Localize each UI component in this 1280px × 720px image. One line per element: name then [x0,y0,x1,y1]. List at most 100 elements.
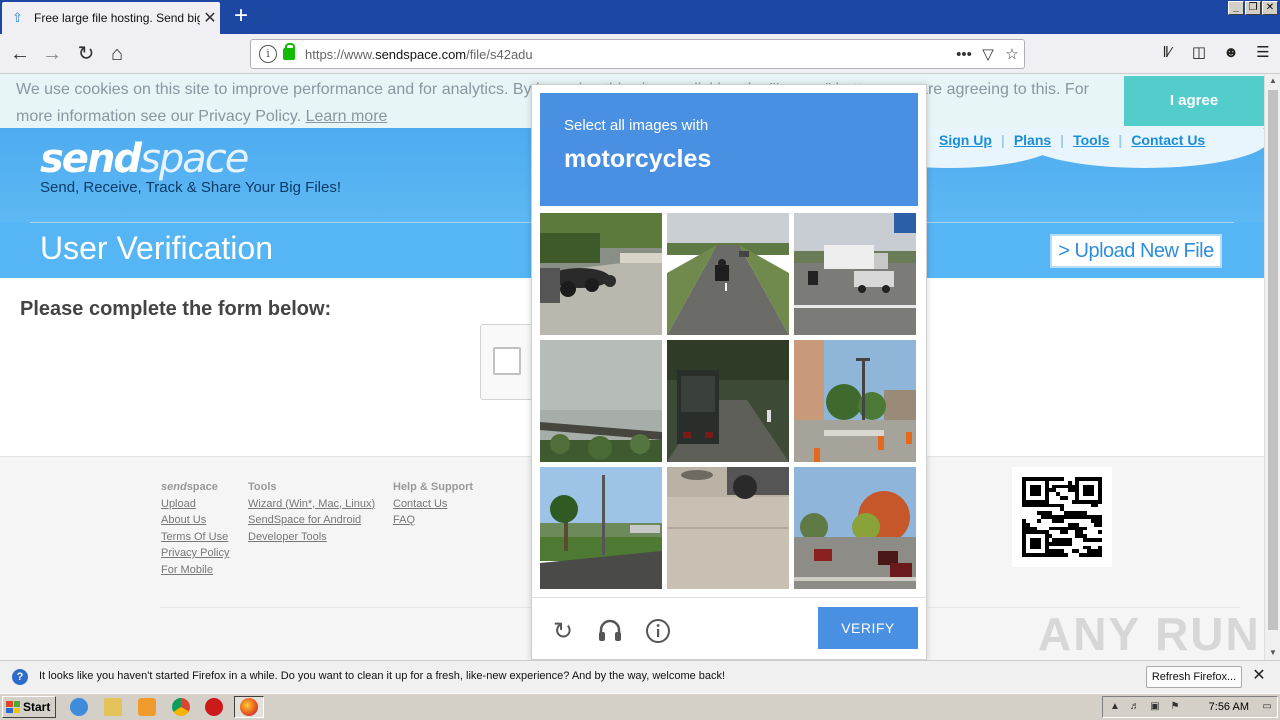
firefox-notification-bar: ? It looks like you haven't started Fire… [0,660,1280,693]
scroll-up-icon[interactable]: ▲ [1265,74,1280,88]
volume-icon[interactable]: ♬ [1129,701,1141,713]
upload-new-file-button[interactable]: > Upload New File [1050,234,1222,268]
audio-challenge-icon[interactable] [596,618,624,646]
challenge-prompt: Select all images with motorcycles [540,93,918,206]
minimize-window-button[interactable]: _ [1228,1,1244,15]
tile-street-corner[interactable] [794,340,916,462]
nav-contact-us[interactable]: Contact Us [1122,132,1214,148]
footer-col-help: Help & Support Contact Us FAQ [393,479,473,529]
footer-link-terms[interactable]: Terms Of Use [161,529,229,546]
start-button[interactable]: Start [2,696,56,718]
folder-icon[interactable] [104,698,122,716]
tile-pavement-drain[interactable] [667,467,789,589]
footer-link-android[interactable]: SendSpace for Android [248,512,375,529]
window-controls: _ ❐ ✕ [1228,1,1278,15]
captcha-checkbox[interactable] [493,347,521,375]
chrome-icon[interactable] [172,698,190,716]
challenge-footer: ↻ VERIFY [532,597,928,661]
footer-help-title: Help & Support [393,481,474,493]
network-icon[interactable]: ▣ [1149,701,1161,713]
page-title: User Verification [40,230,273,266]
prompt-target: motorcycles [564,145,712,173]
opera-icon[interactable] [205,698,223,716]
menu-icon[interactable]: ☰ [1252,42,1274,64]
footer-link-contact[interactable]: Contact Us [393,496,473,513]
clock: 7:56 AM [1208,701,1249,713]
footer-link-upload[interactable]: Upload [161,496,229,513]
footer-link-mobile[interactable]: For Mobile [161,562,229,579]
tile-guardrail-sky[interactable] [540,340,662,462]
address-bar[interactable]: i https://www.sendspace.com/file/s42adu … [250,39,1025,69]
tile-palm-road[interactable] [540,467,662,589]
internet-explorer-icon[interactable] [70,698,88,716]
footer-link-about-us[interactable]: About Us [161,512,229,529]
question-icon: ? [12,669,28,685]
footer-link-faq[interactable]: FAQ [393,512,473,529]
learn-more-link[interactable]: Learn more [306,108,388,125]
firefox-taskbar-button[interactable] [234,696,264,718]
reload-button[interactable]: ↻ [72,40,100,68]
browser-tab[interactable]: ⇧ Free large file hosting. Send big fil … [2,2,220,34]
verify-button[interactable]: VERIFY [818,607,918,649]
show-desktop-icon[interactable]: ▭ [1261,701,1273,713]
tab-close-icon[interactable]: ✕ [200,8,220,28]
anyrun-watermark: ANY RUN [1038,608,1261,660]
tile-truck-rear[interactable] [667,340,789,462]
firefox-icon [240,698,258,716]
home-button[interactable]: ⌂ [103,40,131,68]
info-icon[interactable] [644,618,672,646]
footer-col-sendspace: sendspace Upload About Us Terms Of Use P… [161,479,229,578]
refresh-firefox-button[interactable]: Refresh Firefox... [1146,666,1242,688]
footer-tools-title: Tools [248,481,277,493]
footer-link-wizard[interactable]: Wizard (Win*, Mac, Linux) [248,496,375,513]
image-grid [540,213,918,589]
captcha-challenge: Select all images with motorcycles ↻ VER… [531,84,928,661]
back-button[interactable]: ← [6,40,34,68]
browser-titlebar: ⇧ Free large file hosting. Send big fil … [0,0,1280,34]
library-icon[interactable]: ‖⁄ [1156,42,1178,64]
account-icon[interactable]: ☻ [1220,42,1242,64]
close-window-button[interactable]: ✕ [1262,1,1278,15]
sendspace-logo[interactable]: sendspace [40,136,249,182]
windows-flag-icon [6,701,20,713]
new-tab-button[interactable]: + [228,4,254,30]
tile-highway-rider[interactable] [667,213,789,335]
prompt-line: Select all images with [564,117,709,134]
media-player-icon[interactable] [138,698,156,716]
nav-plans[interactable]: Plans [1005,132,1060,148]
form-heading: Please complete the form below: [20,298,332,320]
forward-button[interactable]: → [38,40,66,68]
site-info-icon[interactable]: i [259,45,277,63]
refresh-icon[interactable]: ↻ [549,618,577,646]
notification-close-icon[interactable]: ✕ [1250,667,1268,685]
tile-truck-road[interactable] [794,213,916,335]
scroll-thumb[interactable] [1268,90,1278,630]
system-tray: ▲ ♬ ▣ ⚑ 7:56 AM ▭ [1102,696,1278,718]
bookmark-star-icon[interactable]: ☆ [1000,45,1024,63]
footer-link-privacy[interactable]: Privacy Policy [161,545,229,562]
tile-parked-motorcycles[interactable] [540,213,662,335]
windows-taskbar: Start ▲ ♬ ▣ ⚑ 7:56 AM ▭ [0,693,1280,720]
page-scrollbar[interactable]: ▲ ▼ [1264,74,1280,660]
url-text[interactable]: https://www.sendspace.com/file/s42adu [305,47,952,62]
secure-lock-icon[interactable] [283,43,295,60]
pocket-icon[interactable]: ▽ [976,45,1000,63]
action-center-flag-icon[interactable]: ⚑ [1169,701,1181,713]
sidebar-icon[interactable]: ◫ [1188,42,1210,64]
tile-residential-street[interactable] [794,467,916,589]
footer-link-developer[interactable]: Developer Tools [248,529,375,546]
restore-window-button[interactable]: ❐ [1245,1,1261,15]
browser-right-tools: ‖⁄ ◫ ☻ ☰ [1156,42,1274,64]
page-actions-icon[interactable]: ••• [952,46,976,63]
scroll-down-icon[interactable]: ▼ [1265,646,1280,660]
tray-expand-icon[interactable]: ▲ [1109,701,1121,713]
notification-text: It looks like you haven't started Firefo… [39,670,726,682]
sendspace-favicon-icon: ⇧ [12,10,23,25]
site-tagline: Send, Receive, Track & Share Your Big Fi… [40,179,341,196]
footer-brand: sendspace [161,481,218,493]
nav-sign-up[interactable]: Sign Up [930,132,1001,148]
tab-title: Free large file hosting. Send big fil [34,11,200,25]
nav-tools[interactable]: Tools [1064,132,1118,148]
top-navigation: Sign Up | Plans | Tools | Contact Us [930,132,1214,148]
i-agree-button[interactable]: I agree [1124,76,1264,126]
